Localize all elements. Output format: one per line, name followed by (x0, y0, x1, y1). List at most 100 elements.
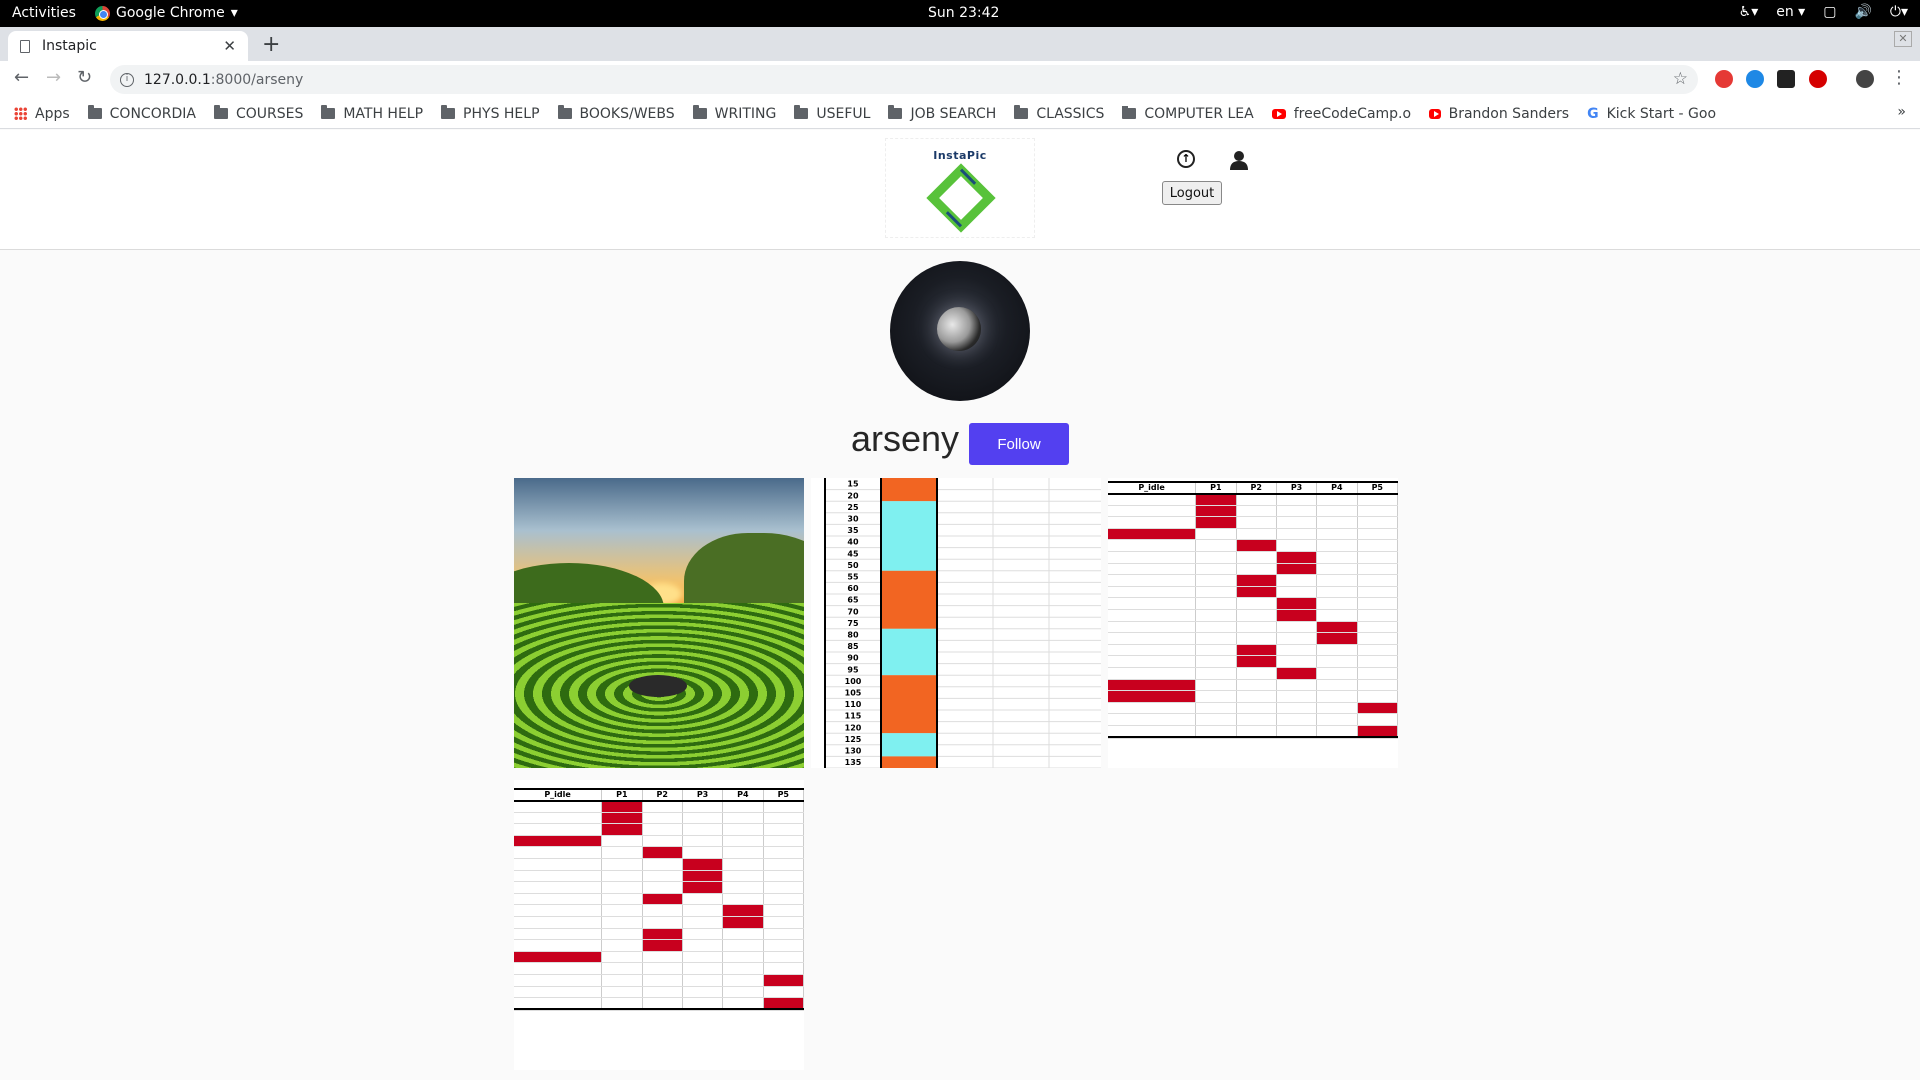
bookmark-label: PHYS HELP (463, 105, 540, 122)
bookmark-item[interactable]: COURSES (213, 105, 303, 122)
schedule-cell (1195, 702, 1237, 715)
reload-icon[interactable]: ↻ (77, 67, 92, 88)
schedule-cell (1357, 713, 1398, 726)
user-icon[interactable] (1230, 150, 1248, 170)
menu-icon[interactable]: ⋮ (1890, 67, 1908, 88)
schedule-cell (514, 904, 603, 918)
close-tab-icon[interactable]: ✕ (223, 37, 236, 55)
schedule-cell (1357, 690, 1398, 703)
schedule-cell (1108, 574, 1197, 587)
schedule-header: P3 (1276, 481, 1318, 495)
tick-label: 120 (845, 723, 862, 732)
bookmark-item[interactable]: freeCodeCamp.o (1271, 106, 1411, 122)
schedule-cell (1276, 574, 1318, 587)
bookmark-item[interactable]: CONCORDIA (87, 105, 196, 122)
tick-label: 90 (847, 654, 859, 663)
tick-label: 75 (847, 619, 859, 628)
bookmark-item[interactable]: MATH HELP (321, 105, 423, 122)
volume-icon[interactable]: 🔊 (1854, 4, 1871, 20)
schedule-cell (682, 800, 724, 813)
bookmark-item[interactable]: CLASSICS (1014, 105, 1104, 122)
schedule-cell (1236, 563, 1277, 576)
logout-button[interactable]: Logout (1162, 181, 1222, 205)
extension-icon-1[interactable] (1715, 70, 1733, 88)
power-icon[interactable]: ⏻▾ (1890, 4, 1908, 20)
schedule-cell (514, 974, 603, 987)
schedule-cell (763, 800, 804, 813)
follow-button[interactable]: Follow (969, 423, 1069, 465)
back-icon[interactable]: ← (14, 67, 29, 88)
schedule-cell (601, 986, 643, 999)
schedule-cell (1108, 539, 1197, 553)
bookmark-item[interactable]: JOB SEARCH (888, 105, 996, 122)
opera-icon[interactable] (1809, 70, 1827, 88)
bookmark-item[interactable]: BOOKS/WEBS (557, 105, 675, 122)
bookmark-star-icon[interactable]: ☆ (1673, 69, 1688, 89)
folder-icon (441, 105, 456, 119)
extension-icon-3[interactable] (1777, 70, 1795, 88)
system-tray[interactable]: ♿▾ en ▾ ▢ 🔊 ⏻▾ (1739, 4, 1908, 20)
browser-tab[interactable]: Instapic ✕ (8, 31, 248, 61)
timeline-segment (881, 478, 937, 502)
new-tab-button[interactable]: + (262, 32, 280, 57)
tick-label: 80 (847, 631, 859, 640)
url-host: 127.0.0.1 (144, 71, 211, 88)
window-icon[interactable]: ▢ (1823, 4, 1836, 20)
bookmark-item[interactable]: Brandon Sanders (1429, 106, 1569, 122)
window-close-button[interactable]: ✕ (1894, 31, 1912, 47)
schedule-cell (1276, 539, 1318, 553)
schedule-row (1108, 516, 1398, 529)
schedule-cell (1316, 679, 1358, 692)
activities-button[interactable]: Activities (12, 5, 76, 21)
schedule-cell (601, 881, 643, 894)
schedule-cell (642, 916, 683, 929)
schedule-cell (1276, 679, 1318, 692)
schedule-cell (682, 835, 724, 848)
app-menu[interactable]: Google Chrome ▾ (95, 5, 238, 21)
profile-avatar-icon[interactable] (1856, 70, 1874, 88)
schedule-cell (763, 823, 804, 836)
instapic-logo[interactable]: InstaPic (885, 138, 1035, 238)
schedule-cell (722, 904, 764, 918)
folder-icon (888, 105, 903, 119)
schedule-header: P4 (1316, 481, 1358, 495)
schedule-cell (514, 986, 603, 999)
schedule-cell (763, 870, 804, 883)
info-icon[interactable]: i (120, 72, 134, 87)
bookmark-item[interactable]: Apps (14, 106, 70, 122)
schedule-cell (1195, 713, 1237, 726)
skype-icon[interactable] (1746, 70, 1764, 88)
schedule-cell (722, 823, 764, 836)
bookmark-item[interactable]: WRITING (692, 105, 776, 122)
bookmark-item[interactable]: G Kick Start - Goo (1587, 106, 1716, 122)
address-bar[interactable]: i 127.0.0.1:8000/arseny ☆ (110, 65, 1698, 94)
schedule-cell (1236, 713, 1277, 726)
timeline-segment (881, 756, 937, 768)
schedule-cell (682, 928, 724, 941)
post-timeline-image[interactable]: 15 20 25 30 35 40 45 50 55 60 65 70 75 80 85 90 95 100 105… (811, 478, 1101, 768)
schedule-cell (1316, 516, 1358, 529)
post-landscape-image[interactable] (514, 478, 804, 768)
schedule-cell (1236, 574, 1277, 587)
bookmark-item[interactable]: COMPUTER LEA (1122, 105, 1254, 122)
language-indicator[interactable]: en ▾ (1776, 4, 1805, 20)
tick-label: 85 (847, 642, 859, 651)
clock[interactable]: Sun 23:42 (928, 5, 999, 21)
post-schedule-image-2[interactable]: P_idle P1 P2 P3 P4 P5 (514, 780, 804, 1070)
schedule-cell (1236, 655, 1277, 668)
schedule-row (1108, 586, 1398, 599)
tick-label: 115 (845, 712, 862, 721)
forward-icon[interactable]: → (46, 67, 61, 88)
schedule-cell (1276, 609, 1318, 622)
bookmark-item[interactable]: USEFUL (794, 105, 870, 122)
profile-avatar[interactable] (890, 261, 1030, 401)
post-schedule-image-1[interactable]: P_idle P1 P2 P3 P4 P5 (1108, 478, 1398, 768)
more-bookmarks-icon[interactable]: » (1897, 104, 1906, 120)
schedule-row (514, 997, 804, 1010)
accessibility-icon[interactable]: ♿▾ (1739, 4, 1759, 20)
bookmark-item[interactable]: PHYS HELP (441, 105, 540, 122)
schedule-cell (763, 904, 804, 918)
bookmarks-bar: Apps CONCORDIA COURSES MATH HELP PHYS HELP BO… (0, 99, 1920, 129)
upload-icon[interactable]: ↑ (1177, 150, 1195, 168)
schedule-cell (1195, 632, 1237, 645)
